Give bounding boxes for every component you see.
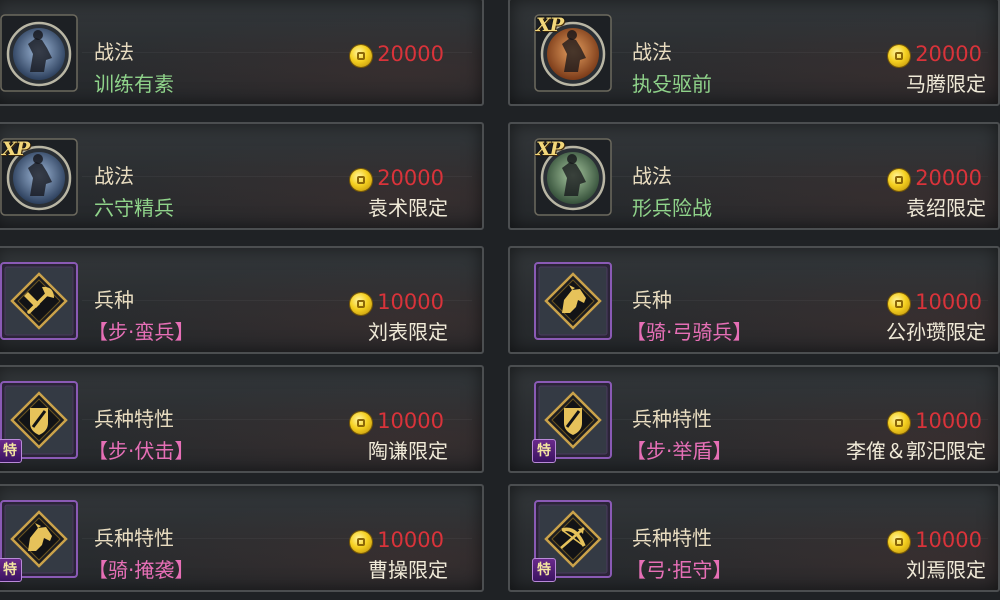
item-category: 兵种特性 [632,407,712,431]
item-name: 训练有素 [94,72,174,96]
item-price: 10000 [377,409,444,433]
item-name: 执殳驱前 [632,72,712,96]
item-restriction: 陶谦限定 [368,439,448,463]
item-price: 10000 [377,528,444,552]
shop-item-card[interactable]: XP 战法六守精兵 20000 袁术限定 [0,122,484,230]
item-price: 10000 [377,290,444,314]
gold-coin-icon [350,531,372,553]
gold-coin-icon [350,169,372,191]
item-price: 20000 [915,42,982,66]
item-name: 【骑·掩袭】 [88,558,195,582]
shop-item-card[interactable]: 特 兵种特性【步·伏击】 10000 陶谦限定 [0,365,484,473]
gold-coin-icon [350,412,372,434]
trait-badge-icon: 特 [0,439,22,463]
item-price: 20000 [377,166,444,190]
shop-item-card[interactable]: 特 兵种特性【弓·拒守】 10000 刘焉限定 [508,484,1000,592]
item-restriction: 马腾限定 [906,72,986,96]
item-name: 【步·举盾】 [626,439,733,463]
item-category: 战法 [94,164,134,188]
gold-coin-icon [350,45,372,67]
item-name: 六守精兵 [94,196,174,220]
trait-badge-icon: 特 [532,439,556,463]
item-category: 兵种 [632,288,672,312]
xp-badge-icon: XP [2,138,30,160]
shop-item-card[interactable]: XP 战法执殳驱前 20000 马腾限定 [508,0,1000,106]
item-category: 兵种特性 [632,526,712,550]
item-category: 兵种特性 [94,407,174,431]
item-category: 战法 [632,164,672,188]
item-restriction: 刘表限定 [368,320,448,344]
shop-item-card[interactable]: XP 战法形兵险战 20000 袁绍限定 [508,122,1000,230]
shop-item-card[interactable]: 特 兵种特性【骑·掩袭】 10000 曹操限定 [0,484,484,592]
item-category: 兵种特性 [94,526,174,550]
trait-badge-icon: 特 [0,558,22,582]
item-name: 【弓·拒守】 [626,558,733,582]
item-restriction: 袁术限定 [368,196,448,220]
horse-head-emblem-icon [534,262,612,340]
xp-badge-icon: XP [536,138,564,160]
item-restriction: 袁绍限定 [906,196,986,220]
gold-coin-icon [350,293,372,315]
trait-badge-icon: 特 [532,558,556,582]
item-name: 【步·伏击】 [88,439,195,463]
shop-item-card[interactable]: 兵种【骑·弓骑兵】 10000 公孙瓒限定 [508,246,1000,354]
item-price: 20000 [377,42,444,66]
item-category: 战法 [632,40,672,64]
shop-item-card[interactable]: 特 兵种特性【步·举盾】 10000 李傕＆郭汜限定 [508,365,1000,473]
xp-badge-icon: XP [536,14,564,36]
gold-coin-icon [888,531,910,553]
item-category: 兵种 [94,288,134,312]
item-name: 形兵险战 [632,196,712,220]
item-name: 【骑·弓骑兵】 [626,320,753,344]
item-price: 10000 [915,409,982,433]
shop-item-card[interactable]: 战法训练有素 20000 [0,0,484,106]
gold-coin-icon [888,45,910,67]
item-restriction: 刘焉限定 [906,558,986,582]
gold-coin-icon [888,169,910,191]
item-restriction: 公孙瓒限定 [886,320,986,344]
item-price: 20000 [915,166,982,190]
item-name: 【步·蛮兵】 [88,320,195,344]
item-restriction: 李傕＆郭汜限定 [846,439,986,463]
item-restriction: 曹操限定 [368,558,448,582]
axe-emblem-icon [0,262,78,340]
shop-item-card[interactable]: 兵种【步·蛮兵】 10000 刘表限定 [0,246,484,354]
item-price: 10000 [915,290,982,314]
shop-item-grid: 战法 训练有素 20000 XP 战法 执殳驱前 20000 马腾限定 XP 战法 六守精兵 2000… [0,0,1000,600]
gold-coin-icon [888,412,910,434]
gold-coin-icon [888,293,910,315]
item-price: 10000 [915,528,982,552]
tactic-warrior-blue-icon [0,14,78,92]
item-category: 战法 [94,40,134,64]
